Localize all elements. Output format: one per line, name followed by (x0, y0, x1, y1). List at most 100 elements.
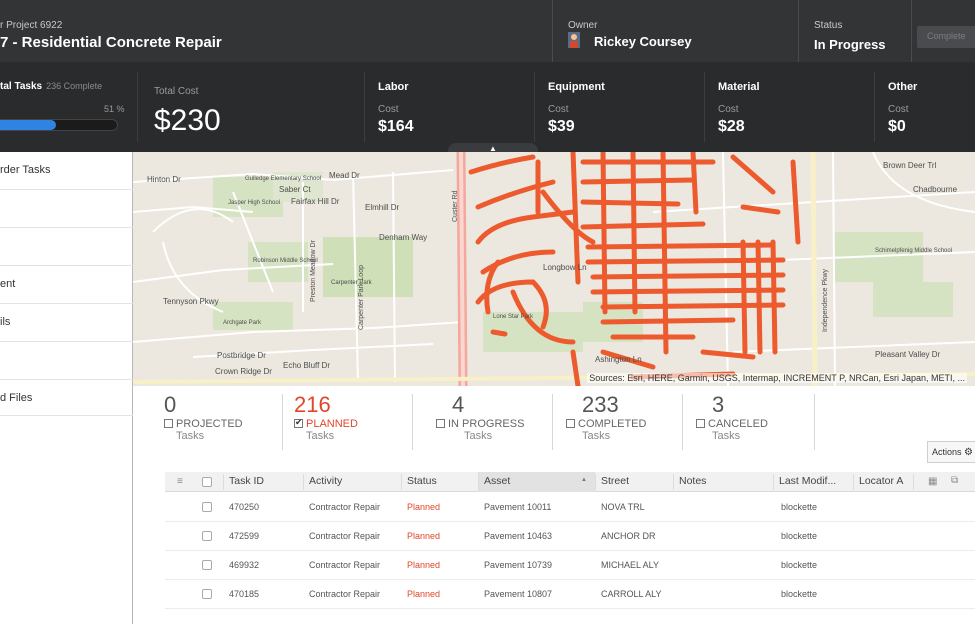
map-label: Denham Way (379, 233, 427, 242)
planned-checkbox[interactable] (294, 417, 303, 428)
tasks-progress-fill (0, 120, 57, 130)
divider (911, 0, 912, 62)
map-label: Postbridge Dr (217, 351, 266, 360)
col-locator-address[interactable]: Locator A (859, 475, 903, 487)
material-title: Material (718, 81, 760, 93)
counter-canceled[interactable]: 3 CANCELED Tasks (696, 394, 768, 454)
map-label: Pleasant Valley Dr (875, 350, 941, 359)
completed-checkbox[interactable] (566, 419, 575, 428)
completed-label-row: COMPLETED (566, 418, 646, 430)
map-label: Schimelpfenig Middle School (875, 248, 952, 254)
in-progress-sub: Tasks (464, 430, 493, 442)
divider (773, 474, 774, 490)
row-checkbox[interactable] (202, 560, 212, 570)
map-label: Fairfax Hill Dr (291, 197, 340, 206)
labor-title: Labor (378, 81, 409, 93)
planned-sub: Tasks (306, 430, 335, 442)
canceled-label: CANCELED (708, 418, 768, 430)
counter-in-progress[interactable]: 4 IN PROGRESS Tasks (436, 394, 524, 454)
sidebar-item[interactable] (0, 342, 133, 380)
cell-task-id: 469932 (229, 560, 260, 570)
divider (478, 474, 479, 490)
table-row[interactable]: 469932 Contractor Repair Planned Pavemen… (165, 551, 975, 580)
completed-count: 233 (582, 392, 619, 417)
divider (552, 394, 553, 450)
work-order-map[interactable]: Hinton Dr Gulledge Elementary School Sab… (133, 152, 975, 386)
divider (137, 72, 138, 142)
divider (673, 474, 674, 490)
in-progress-checkbox[interactable] (436, 419, 445, 428)
divider (595, 474, 596, 490)
column-menu-icon[interactable]: ≡ (177, 476, 183, 487)
col-activity[interactable]: Activity (309, 475, 342, 487)
table-row[interactable]: 472599 Contractor Repair Planned Pavemen… (165, 522, 975, 551)
sidebar-item-materials[interactable]: ils (0, 304, 133, 342)
map-label: Robinson Middle School (253, 258, 318, 264)
sidebar-item[interactable] (0, 190, 133, 228)
cell-street: ANCHOR DR (601, 531, 656, 541)
cell-status: Planned (407, 589, 441, 599)
cell-asset: Pavement 10807 (484, 589, 553, 599)
projected-checkbox[interactable] (164, 419, 173, 428)
planned-count: 216 (294, 392, 331, 417)
table-row[interactable]: 470185 Contractor Repair Planned Pavemen… (165, 580, 975, 609)
counter-completed[interactable]: 233 COMPLETED Tasks (566, 394, 646, 454)
canceled-sub: Tasks (712, 430, 741, 442)
total-cost-value: $230 (154, 104, 221, 137)
select-all-checkbox[interactable] (202, 477, 212, 487)
divider (223, 474, 224, 490)
map-label: Custer Rd (452, 190, 459, 222)
map-label: Saber Ct (279, 185, 311, 194)
col-last-modified[interactable]: Last Modif... (779, 475, 836, 487)
sidebar-item-work-order-tasks[interactable]: rder Tasks (0, 152, 133, 190)
map-label: Longbow Ln (543, 263, 587, 272)
counter-projected[interactable]: 0 PROJECTED Tasks (164, 394, 243, 454)
cell-last-modified: blockette (781, 531, 818, 541)
owner-name[interactable]: Rickey Coursey (594, 34, 692, 49)
sidebar-item[interactable] (0, 228, 133, 266)
map-label: Elmhill Dr (365, 203, 400, 212)
cell-street: MICHAEL ALY (601, 560, 660, 570)
counter-planned[interactable]: 216 PLANNED Tasks (294, 394, 358, 454)
col-task-id[interactable]: Task ID (229, 475, 264, 487)
map-label: Hinton Dr (147, 175, 181, 184)
complete-button[interactable]: Complete (917, 26, 975, 48)
calendar-icon[interactable]: ▦ (928, 476, 937, 487)
tasks-percent: 51 % (104, 104, 125, 114)
labor-cost-value: $164 (378, 118, 414, 135)
cell-activity: Contractor Repair (309, 560, 381, 570)
open-external-icon[interactable]: ⧉ (951, 475, 958, 486)
cell-street: NOVA TRL (601, 502, 645, 512)
cell-last-modified: blockette (781, 560, 818, 570)
divider (282, 394, 283, 450)
row-checkbox[interactable] (202, 531, 212, 541)
row-checkbox[interactable] (202, 502, 212, 512)
projected-count: 0 (164, 392, 177, 417)
actions-button[interactable]: Actions ⚙ (927, 441, 975, 463)
material-cost-value: $28 (718, 118, 745, 135)
table-row[interactable]: 470250 Contractor Repair Planned Pavemen… (165, 493, 975, 522)
map-attribution[interactable]: Sources: Esri, HERE, Garmin, USGS, Inter… (587, 373, 967, 383)
map-canvas[interactable]: Hinton Dr Gulledge Elementary School Sab… (133, 152, 975, 386)
row-checkbox[interactable] (202, 589, 212, 599)
divider (303, 474, 304, 490)
sidebar-item-equipment[interactable]: ent (0, 266, 133, 304)
sidebar-item-attached-files[interactable]: d Files (0, 380, 133, 416)
cost-summary-bar: tal Tasks 236 Complete 51 % Total Cost $2… (0, 62, 975, 152)
projected-label: PROJECTED (176, 418, 243, 430)
equipment-title: Equipment (548, 81, 605, 93)
divider (814, 394, 815, 450)
col-status[interactable]: Status (407, 475, 437, 487)
cell-activity: Contractor Repair (309, 502, 381, 512)
col-notes[interactable]: Notes (679, 475, 706, 487)
in-progress-label: IN PROGRESS (448, 418, 525, 430)
canceled-checkbox[interactable] (696, 419, 705, 428)
col-asset[interactable]: Asset (484, 475, 510, 487)
owner-avatar-icon (568, 32, 580, 48)
cell-status: Planned (407, 531, 441, 541)
map-label: Echo Bluff Dr (283, 361, 330, 370)
table-header: ≡ Task ID Activity Status Asset ▲ Street… (165, 472, 975, 492)
col-street[interactable]: Street (601, 475, 629, 487)
tasks-progress-bar (0, 119, 118, 131)
sort-asc-icon[interactable]: ▲ (581, 477, 587, 483)
